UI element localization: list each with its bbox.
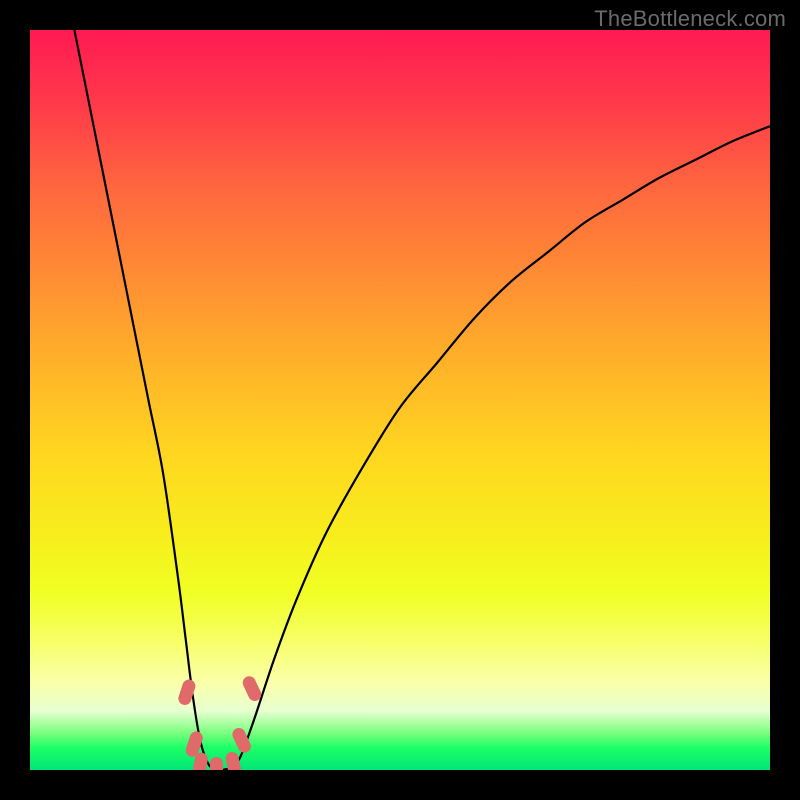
watermark-label: TheBottleneck.com: [594, 6, 786, 32]
chart-container: TheBottleneck.com: [0, 0, 800, 800]
floor-marker-mid: [210, 757, 223, 770]
curve-svg: [30, 30, 770, 770]
bottleneck-curve: [74, 30, 770, 770]
floor-marker-right: [224, 751, 242, 770]
marker-group: [177, 674, 264, 770]
plot-area: [30, 30, 770, 770]
